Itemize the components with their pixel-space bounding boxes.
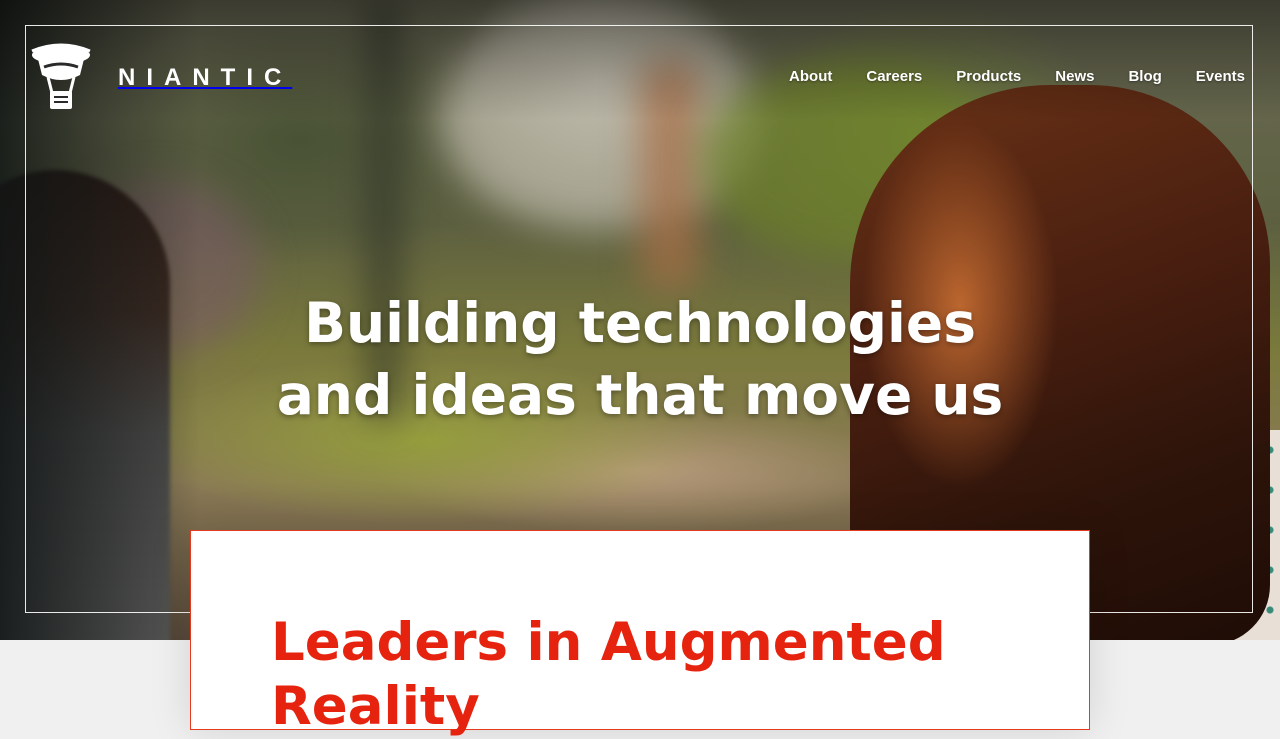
main-nav: About Careers Products News Blog Events xyxy=(755,68,1245,85)
nav-item-careers[interactable]: Careers xyxy=(866,68,922,85)
nav-item-blog[interactable]: Blog xyxy=(1128,68,1161,85)
hero-headline: Building technologies and ideas that mov… xyxy=(0,287,1280,431)
intro-card-title: Leaders in Augmented Reality xyxy=(271,612,946,737)
nav-item-events[interactable]: Events xyxy=(1196,68,1245,85)
home-logo-link[interactable]: NIANTIC xyxy=(30,40,292,116)
nav-item-products[interactable]: Products xyxy=(956,68,1021,85)
hero-headline-line2: and ideas that move us xyxy=(276,362,1004,427)
balloon-logo-icon xyxy=(30,41,92,115)
hero-headline-line1: Building technologies xyxy=(304,290,976,355)
nav-item-news[interactable]: News xyxy=(1055,68,1094,85)
intro-card: Leaders in Augmented Reality xyxy=(190,530,1090,737)
nav-item-about[interactable]: About xyxy=(789,68,832,85)
brand-wordmark: NIANTIC xyxy=(118,64,293,91)
